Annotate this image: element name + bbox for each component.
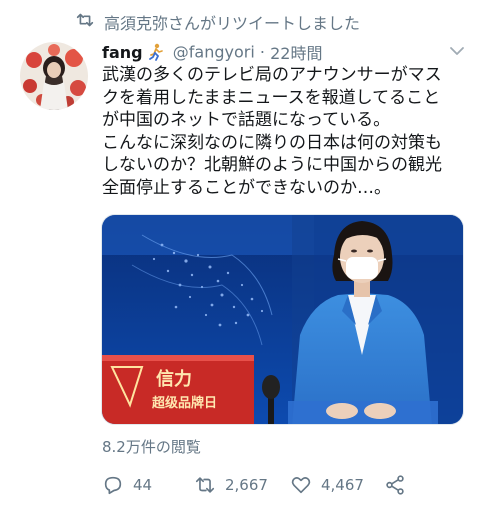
runner-emoji <box>148 43 163 61</box>
retweet-context-text: 高須克弥さんがリツイートしました <box>104 14 361 33</box>
chevron-down-icon[interactable] <box>448 44 466 58</box>
desk-text-2: 超级品牌日 <box>152 395 217 411</box>
like-button[interactable]: 4,467 <box>290 470 364 500</box>
heart-icon <box>291 477 311 494</box>
retweet-icon <box>195 477 215 493</box>
tweet-text-line: 全面停止することができないのか…。 <box>102 177 391 198</box>
share-button[interactable] <box>384 470 406 500</box>
tweet-text-line: こんなに深刻なのに隣りの日本は何の対策も <box>102 132 442 153</box>
tweet-header: fang @fangyori · 22時間 <box>102 40 462 66</box>
tweet-text: 武漢の多くのテレビ局のアナウンサーがマス クを着用したままニュースを報道してるこ… <box>102 64 474 199</box>
separator-dot: · <box>259 42 265 62</box>
author-handle[interactable]: @fangyori <box>173 43 255 62</box>
share-icon <box>386 475 404 495</box>
tweet-timestamp[interactable]: 22時間 <box>270 44 322 63</box>
avatar[interactable] <box>20 42 88 110</box>
tweet-media-image[interactable]: 信力 超级品牌日 <box>101 214 464 425</box>
retweet-context: 高須克弥さんがリツイートしました <box>0 0 480 40</box>
author-display-name[interactable]: fang <box>102 43 143 62</box>
retweet-icon <box>76 13 94 27</box>
retweet-button[interactable]: 2,667 <box>194 470 268 500</box>
tweet-text-line: しないのか？北朝鮮のように中国からの観光 <box>102 155 442 175</box>
view-count: 8.2万件の閲覧 <box>102 438 201 456</box>
tweet-text-line: 武漢の多くのテレビ局のアナウンサーがマス <box>102 65 442 85</box>
reply-count: 44 <box>133 476 153 494</box>
tweet-text-line: クを着用したままニュースを報道してること <box>102 87 441 108</box>
reply-icon <box>104 476 122 495</box>
tweet-action-bar: 44 2,667 4,467 <box>102 470 472 500</box>
tweet-text-line: が中国のネットで話題になっている。 <box>102 110 391 130</box>
retweet-count: 2,667 <box>225 476 268 494</box>
reply-button[interactable]: 44 <box>102 470 152 500</box>
desk-text-1: 信力 <box>156 368 192 390</box>
like-count: 4,467 <box>321 476 364 494</box>
